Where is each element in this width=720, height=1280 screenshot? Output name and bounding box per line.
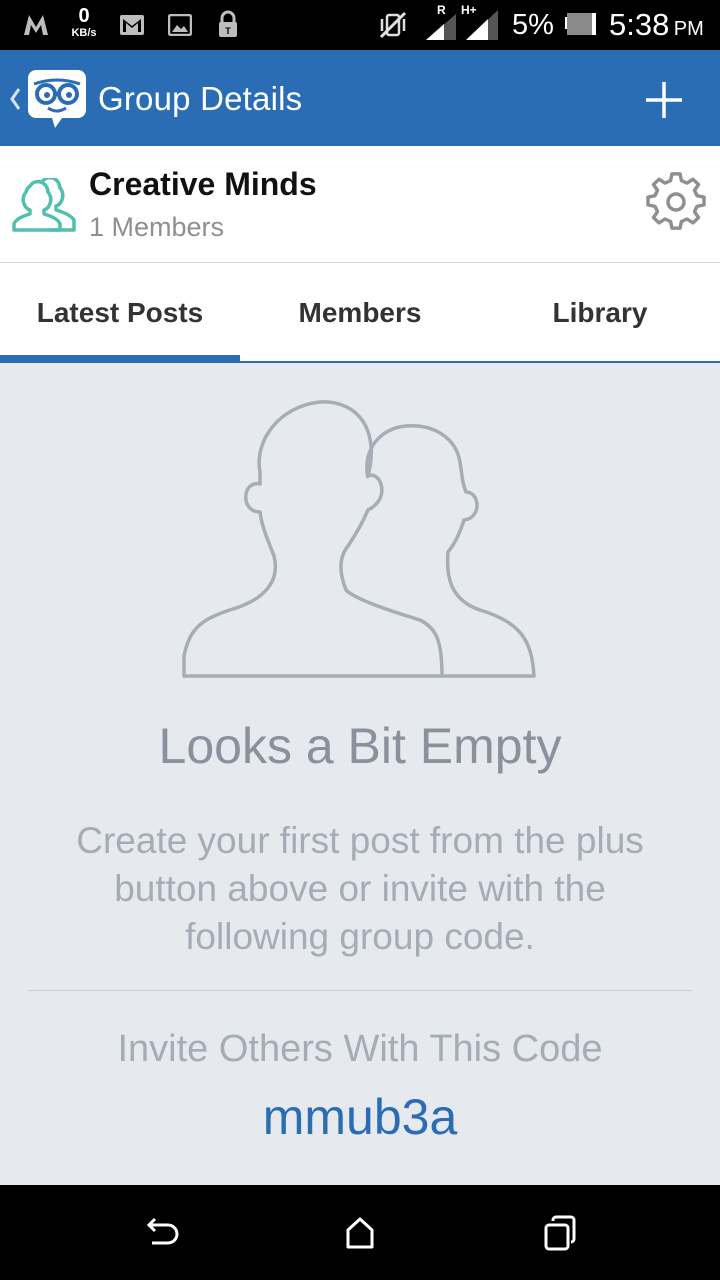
clock: 5:38 PM <box>609 7 704 43</box>
active-tab-indicator <box>0 355 240 363</box>
group-member-count: 1 Members <box>89 212 225 242</box>
recent-apps-nav-icon[interactable] <box>540 1213 580 1253</box>
data-speed-unit: KB/s <box>71 27 97 39</box>
image-icon <box>168 14 192 36</box>
m-logo-icon <box>24 15 48 35</box>
empty-state-title: Looks a Bit Empty <box>158 718 562 774</box>
tab-bar: Latest Posts Members Library <box>0 263 720 363</box>
empty-state-description: Create your first post from the plus but… <box>76 820 644 957</box>
invite-label: Invite Others With This Code <box>117 1028 603 1070</box>
data-speed-value: 0 <box>78 5 90 27</box>
add-post-button[interactable] <box>644 80 684 120</box>
edmodo-logo-icon[interactable] <box>26 66 88 130</box>
invite-code[interactable]: mmub3a <box>0 1088 720 1146</box>
lock-icon: T <box>219 10 237 37</box>
status-bar: 0 KB/s T R H+ 5% 5:38 PM <box>0 0 720 50</box>
vibrate-mute-icon <box>379 11 407 39</box>
settings-gear-button[interactable] <box>646 172 706 232</box>
battery-percent: 5% <box>512 9 554 41</box>
divider <box>28 990 692 991</box>
navigation-bar <box>0 1185 720 1280</box>
empty-state: Looks a Bit Empty Create your first post… <box>0 365 720 1185</box>
tab-members[interactable]: Members <box>240 263 480 363</box>
group-name: Creative Minds <box>89 166 317 202</box>
battery-icon <box>565 13 596 35</box>
data-speed: 0 KB/s <box>66 6 102 40</box>
gmail-icon <box>120 15 144 35</box>
back-nav-icon[interactable] <box>140 1213 180 1253</box>
app-bar: Group Details <box>0 50 720 146</box>
tab-library[interactable]: Library <box>480 263 720 363</box>
clock-ampm: PM <box>673 18 704 40</box>
group-header: Creative Minds 1 Members <box>0 146 720 263</box>
signal-icon-2 <box>466 10 498 40</box>
screen: 0 KB/s T R H+ 5% 5:38 PM Group Details C… <box>0 0 720 1280</box>
home-nav-icon[interactable] <box>340 1213 380 1253</box>
clock-time: 5:38 <box>609 7 670 42</box>
page-title: Group Details <box>98 80 303 117</box>
empty-group-illustration-icon <box>182 400 536 678</box>
svg-text:T: T <box>225 26 231 36</box>
back-chevron-icon[interactable] <box>8 86 22 112</box>
group-icon <box>12 178 76 232</box>
tab-latest-posts[interactable]: Latest Posts <box>0 263 240 363</box>
signal-icon-1 <box>426 14 456 40</box>
